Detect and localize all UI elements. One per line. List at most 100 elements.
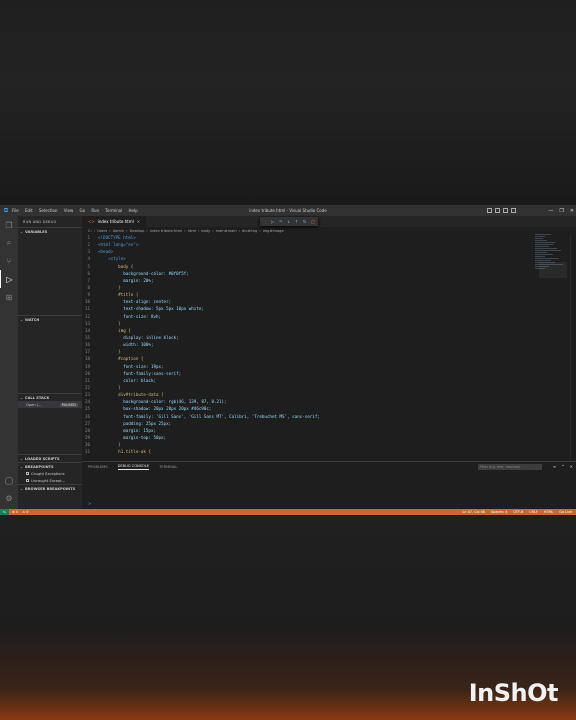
menu-selection[interactable]: Selection: [39, 208, 57, 213]
code-line[interactable]: 12 font-size: 8vh;: [82, 313, 576, 320]
crumb[interactable]: Desktop: [130, 229, 145, 233]
variables-section[interactable]: VARIABLES: [18, 227, 82, 235]
clear-console-icon[interactable]: ≡: [553, 464, 556, 469]
code-line[interactable]: 13 }: [82, 320, 576, 327]
explorer-icon[interactable]: ❐: [0, 216, 18, 234]
restore-icon[interactable]: ❐: [559, 208, 563, 214]
extensions-icon[interactable]: ⊞: [0, 288, 18, 306]
watch-section[interactable]: WATCH: [18, 315, 82, 323]
indentation[interactable]: Spaces: 4: [491, 510, 507, 514]
warnings-count[interactable]: ⚠ 0: [22, 510, 28, 514]
menu-help[interactable]: Help: [128, 208, 137, 213]
breakpoint-uncaught[interactable]: Uncaught Except...: [18, 477, 82, 484]
close-panel-icon[interactable]: ✕: [570, 464, 573, 469]
menu-run[interactable]: Run: [91, 208, 99, 213]
drag-handle-icon[interactable]: ⋮: [263, 219, 267, 224]
crumb[interactable]: C:: [88, 229, 92, 233]
code-line[interactable]: 29 margin-top: 50px;: [82, 434, 576, 441]
menu-go[interactable]: Go: [80, 208, 86, 213]
step-out-icon[interactable]: ↑: [295, 219, 299, 224]
cursor-position[interactable]: Ln 47, Col 48: [463, 510, 485, 514]
code-line[interactable]: 5 body {: [82, 263, 576, 270]
step-over-icon[interactable]: ↷: [279, 219, 283, 224]
code-line[interactable]: 16 width: 100%;: [82, 341, 576, 348]
minimize-icon[interactable]: —: [548, 208, 553, 214]
crumb[interactable]: Users: [97, 229, 107, 233]
crumb[interactable]: index tribute.html: [150, 229, 182, 233]
menu-edit[interactable]: Edit: [25, 208, 33, 213]
call-stack-thread[interactable]: Open (... PAUSED: [18, 401, 82, 408]
code-line[interactable]: 9 #title {: [82, 291, 576, 298]
menu-file[interactable]: File: [12, 208, 19, 213]
restart-icon[interactable]: ↻: [303, 219, 307, 224]
call-stack-section[interactable]: CALL STACK: [18, 393, 82, 401]
loaded-scripts-section[interactable]: LOADED SCRIPTS: [18, 454, 82, 462]
crumb[interactable]: main#main: [216, 229, 237, 233]
tab-problems[interactable]: PROBLEMS: [88, 465, 108, 469]
breakpoint-caught[interactable]: Caught Exceptions: [18, 470, 82, 477]
account-icon[interactable]: ◯: [0, 471, 18, 489]
code-line[interactable]: 18 #caption {: [82, 355, 576, 362]
code-line[interactable]: 2 <html lang="en">: [82, 241, 576, 248]
code-editor[interactable]: 1 <!DOCTYPE html> 2 <html lang="en"> 3 <head>…: [82, 234, 576, 461]
crumb[interactable]: html: [188, 229, 196, 233]
code-line[interactable]: 23 div#tribute-data {: [82, 391, 576, 398]
checkbox-icon[interactable]: [26, 479, 29, 482]
stop-icon[interactable]: □: [311, 219, 315, 224]
code-line[interactable]: 11 text-shadow: 5px 5px 10px white;: [82, 305, 576, 312]
console-filter-input[interactable]: Filter (e.g. text, !exclude): [478, 464, 542, 470]
code-line[interactable]: 27 padding: 25px 25px;: [82, 420, 576, 427]
code-line[interactable]: 6 background-color: #0f0f5f;: [82, 270, 576, 277]
go-live-button[interactable]: Go Live: [559, 510, 572, 514]
checkbox-icon[interactable]: [26, 472, 29, 475]
close-window-icon[interactable]: ✕: [570, 208, 574, 214]
crumb[interactable]: Admin: [113, 229, 124, 233]
tab-debug-console[interactable]: DEBUG CONSOLE: [117, 464, 150, 470]
toggle-panel-icon[interactable]: [495, 208, 500, 213]
code-line[interactable]: 20 font-family:sans-serif;: [82, 370, 576, 377]
crumb[interactable]: img#image: [263, 229, 284, 233]
browser-breakpoints-section[interactable]: BROWSER BREAKPOINTS: [18, 484, 82, 492]
code-line[interactable]: 1 <!DOCTYPE html>: [82, 234, 576, 241]
minimap[interactable]: [535, 234, 569, 284]
code-line[interactable]: 15 display: inline block;: [82, 334, 576, 341]
editor-scrollbar[interactable]: [570, 234, 576, 461]
code-line[interactable]: 8 }: [82, 284, 576, 291]
code-line[interactable]: 31 h1.title-ak {: [82, 448, 576, 455]
line-ending[interactable]: CRLF: [529, 510, 538, 514]
code-line[interactable]: 10 text-align: center;: [82, 298, 576, 305]
code-line[interactable]: 28 margin: 15px;: [82, 427, 576, 434]
close-tab-icon[interactable]: ×: [137, 219, 140, 224]
run-debug-icon[interactable]: ▷: [0, 270, 18, 288]
console-prompt[interactable]: >: [88, 501, 91, 506]
code-line[interactable]: 26 font-family: 'Gill Sans', 'Gill Sans …: [82, 413, 576, 420]
continue-icon[interactable]: ▷: [271, 219, 275, 224]
code-line[interactable]: 4 <style>: [82, 255, 576, 262]
language-mode[interactable]: HTML: [544, 510, 553, 514]
menu-view[interactable]: View: [64, 208, 74, 213]
tab-index-tribute[interactable]: <> index tribute.html ×: [82, 216, 147, 227]
toggle-sidebar-icon[interactable]: [487, 208, 492, 213]
crumb[interactable]: body: [201, 229, 210, 233]
step-into-icon[interactable]: ↓: [287, 219, 291, 224]
customize-layout-icon[interactable]: [511, 208, 516, 213]
maximize-panel-icon[interactable]: ^: [561, 464, 564, 469]
errors-count[interactable]: ⊗ 0: [12, 510, 18, 514]
search-icon[interactable]: ⌕: [0, 234, 18, 252]
code-line[interactable]: 14 img {: [82, 327, 576, 334]
code-line[interactable]: 3 <head>: [82, 248, 576, 255]
code-line[interactable]: 25 box-shadow: 20px 20px 20px #46c90c;: [82, 405, 576, 412]
toggle-secondary-sidebar-icon[interactable]: [503, 208, 508, 213]
encoding[interactable]: UTF-8: [513, 510, 523, 514]
code-line[interactable]: 30 }: [82, 441, 576, 448]
breakpoints-section[interactable]: BREAKPOINTS: [18, 462, 82, 470]
code-line[interactable]: 24 background-color: rgb(46, 139, 87, 0.…: [82, 398, 576, 405]
code-line[interactable]: 19 font-size: 19px;: [82, 363, 576, 370]
crumb[interactable]: div#img: [242, 229, 257, 233]
settings-gear-icon[interactable]: ⚙: [0, 489, 18, 507]
code-line[interactable]: 17 }: [82, 348, 576, 355]
tab-terminal[interactable]: TERMINAL: [159, 465, 177, 469]
code-line[interactable]: 21 color: black;: [82, 377, 576, 384]
code-line[interactable]: 7 margin: 20%;: [82, 277, 576, 284]
code-line[interactable]: 22 }: [82, 384, 576, 391]
